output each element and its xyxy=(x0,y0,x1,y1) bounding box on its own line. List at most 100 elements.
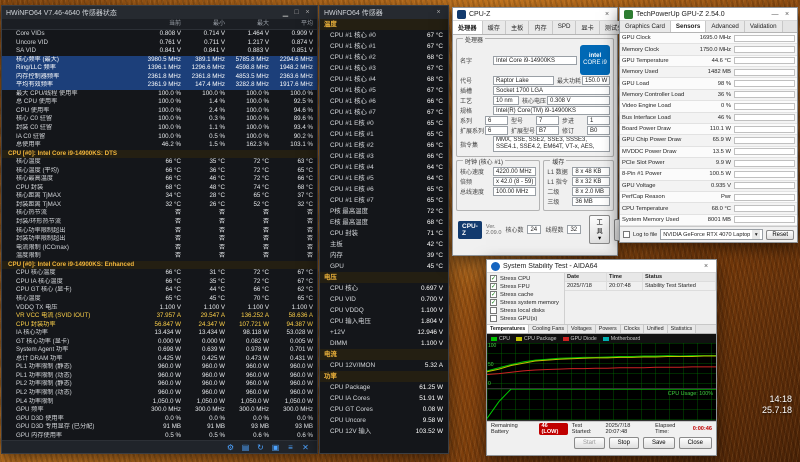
checkbox[interactable] xyxy=(490,315,497,322)
sensor-row[interactable]: 核心温度 66 °C 35 °C 72 °C 63 °C xyxy=(2,158,317,167)
gpu-sensor-row[interactable]: PCIe Slot Power 9.9 W xyxy=(620,158,797,169)
minimize-icon[interactable]: — xyxy=(769,11,781,18)
sensor-row[interactable]: CPU IA Cores 51.91 W xyxy=(320,393,448,404)
gpu-sensor-row[interactable]: MVDDC Power Draw 13.5 W xyxy=(620,147,797,158)
sensor-row[interactable]: 平均有效频率 2361.9 MHz 147.4 MHz 3282.8 MHz 1… xyxy=(2,81,317,90)
sensor-row[interactable]: 温度限制 否 否 否 否 xyxy=(2,252,317,261)
sensor-row[interactable]: CPU #1 E核 #7 65 °C xyxy=(320,195,448,206)
toolbar-icon[interactable]: ↻ xyxy=(255,442,266,453)
tab[interactable]: Unified xyxy=(644,325,668,333)
sensor-row[interactable]: 内存控制器频率 2361.8 MHz 2361.8 MHz 4853.5 MHz… xyxy=(2,73,317,82)
sensor-row[interactable]: 总计 DRAM 功率 0.425 W 0.425 W 0.473 W 0.431… xyxy=(2,355,317,364)
sensor-row[interactable]: CPU #1 核心 #3 67 °C xyxy=(320,63,448,74)
sensor-row[interactable]: 封装 C0 驻留 100.0 % 1.1 % 100.0 % 93.4 % xyxy=(2,124,317,133)
hwinfo-side-titlebar[interactable]: HWiNFO64 传感器 × xyxy=(320,6,448,19)
sensor-row[interactable]: CPU 12V/IMON 5.32 A xyxy=(320,360,448,371)
sensor-row[interactable]: GPU 频率 300.0 MHz 300.0 MHz 300.0 MHz 300… xyxy=(2,406,317,415)
sensor-row[interactable]: GPU 45 °C xyxy=(320,261,448,272)
sensor-row[interactable]: 核心最高温度 66 °C 46 °C 72 °C 66 °C xyxy=(2,175,317,184)
tab[interactable]: Powers xyxy=(596,325,621,333)
sensor-row[interactable]: CPU #1 核心 #2 68 °C xyxy=(320,52,448,63)
minimize-icon[interactable]: ▁ xyxy=(280,9,291,17)
sensor-row[interactable]: PL4 功率限制 1,050.0 W 1,050.0 W 1,050.0 W 1… xyxy=(2,398,317,407)
sensor-row[interactable]: CPU Package 61.25 W xyxy=(320,382,448,393)
legend-item[interactable]: GPU Diode xyxy=(563,336,597,342)
legend-item[interactable]: Motherboard xyxy=(603,336,640,342)
sensor-row[interactable]: CPU 使用率 100.0 % 2.4 % 100.0 % 94.6 % xyxy=(2,107,317,116)
sensor-row[interactable]: CPU #1 E核 #2 66 °C xyxy=(320,140,448,151)
sensor-row[interactable]: CPU #1 E核 #5 64 °C xyxy=(320,173,448,184)
sensor-row[interactable]: 电流限制 (ICCmax) 否 否 否 否 xyxy=(2,244,317,253)
sensor-row[interactable]: 最大 CPU/线程 使用率 100.0 % 100.0 % 100.0 % 10… xyxy=(2,90,317,99)
gpu-sensor-row[interactable]: GPU Temperature 44.6 °C xyxy=(620,56,797,67)
gpu-z-titlebar[interactable]: TechPowerUp GPU-Z 2.54.0 — × xyxy=(620,8,797,21)
gpu-sensor-row[interactable]: GPU Clock 1695.0 MHz xyxy=(620,33,797,44)
sensor-row[interactable]: CPU Uncore 9.58 W xyxy=(320,415,448,426)
tab[interactable]: Cooling Fans xyxy=(529,325,568,333)
sensor-row[interactable]: CPU #1 核心 #0 67 °C xyxy=(320,30,448,41)
gpu-sensor-row[interactable]: Video Engine Load 0 % xyxy=(620,101,797,112)
sensor-row[interactable]: IA C0 驻留 100.0 % 0.5 % 100.0 % 90.2 % xyxy=(2,133,317,142)
sensor-row[interactable]: CPU GT Cores 0.08 W xyxy=(320,404,448,415)
sensor-row[interactable]: CPU 输入电压 1.804 V xyxy=(320,316,448,327)
sensor-row[interactable]: 核心 C0 驻留 100.0 % 0.3 % 100.0 % 89.6 % xyxy=(2,115,317,124)
tab[interactable]: 显卡 xyxy=(576,21,599,34)
sensor-row[interactable]: 核心距离 TjMAX 34 °C 28 °C 65 °C 37 °C xyxy=(2,192,317,201)
stress-option[interactable]: Stress GPU(s) xyxy=(490,315,561,322)
tools-button[interactable]: 工具 ▾ xyxy=(589,215,609,244)
sensor-row[interactable]: SA VID 0.841 V 0.841 V 0.883 V 0.851 V xyxy=(2,47,317,56)
stress-option[interactable]: ✓ Stress system memory xyxy=(490,299,561,306)
toolbar-icon[interactable]: ▣ xyxy=(270,442,281,453)
sensor-row[interactable]: Uncore VID 0.761 V 0.711 V 1.217 V 0.874… xyxy=(2,39,317,48)
gpu-sensor-row[interactable]: Bus Interface Load 46 % xyxy=(620,113,797,124)
sensor-row[interactable]: 主板 42 °C xyxy=(320,239,448,250)
sensor-row[interactable]: CPU #1 E核 #1 65 °C xyxy=(320,129,448,140)
column-avg[interactable]: 平均 xyxy=(273,19,317,29)
hwinfo-titlebar[interactable]: HWiNFO64 V7.46-4640 传感器状态 ▁ □ × xyxy=(2,6,317,19)
stress-option[interactable]: ✓ Stress cache xyxy=(490,291,561,298)
checkbox[interactable]: ✓ xyxy=(490,299,497,306)
gpu-sensor-row[interactable]: PerfCap Reason Pwr xyxy=(620,192,797,203)
sensor-row[interactable]: CPU VDDQ 1.100 V xyxy=(320,305,448,316)
column-min[interactable]: 最小 xyxy=(185,19,229,29)
sensor-row[interactable]: Ring/LLC 频率 1396.1 MHz 1296.6 MHz 4598.8… xyxy=(2,64,317,73)
tab[interactable]: 内存 xyxy=(529,21,552,34)
sensor-row[interactable]: 核心热节流 否 否 否 否 xyxy=(2,209,317,218)
dialog-button[interactable]: Start xyxy=(574,437,605,449)
sensor-row[interactable]: 封装功率限制超出 否 否 否 否 xyxy=(2,235,317,244)
sensor-row[interactable]: CPU #1 E核 #4 64 °C xyxy=(320,162,448,173)
tab[interactable]: 缓存 xyxy=(483,21,506,34)
gpu-sensor-row[interactable]: GPU Voltage 0.935 V xyxy=(620,181,797,192)
sensor-row[interactable]: VDDQ TX 电压 1.100 V 1.100 V 1.100 V 1.100… xyxy=(2,304,317,313)
tab[interactable]: Clocks xyxy=(621,325,644,333)
sensor-row[interactable]: CPU [#0]: Intel Core i9-14900KS: Enhance… xyxy=(2,261,317,270)
stress-option[interactable]: ✓ Stress CPU xyxy=(490,275,561,282)
close-icon[interactable]: × xyxy=(700,263,712,270)
tab[interactable]: Temperatures xyxy=(487,325,529,333)
toolbar-icon[interactable]: ▤ xyxy=(240,442,251,453)
sensor-row[interactable]: CPU [#0]: Intel Core i9-14900KS: DTS xyxy=(2,150,317,159)
col-date[interactable]: Date xyxy=(565,273,607,281)
close-icon[interactable]: × xyxy=(601,11,613,18)
sensor-row[interactable]: CPU 封装功率 56.847 W 24.347 W 107.721 W 94.… xyxy=(2,321,317,330)
sensor-row[interactable]: 核心温度 65 °C 45 °C 70 °C 65 °C xyxy=(2,295,317,304)
sensor-row[interactable]: GPU 内存使用率 0.5 % 0.5 % 0.6 % 0.6 % xyxy=(2,432,317,440)
aida-titlebar[interactable]: System Stability Test - AIDA64 × xyxy=(487,260,716,273)
sensor-row[interactable]: CPU 核心 0.697 V xyxy=(320,283,448,294)
event-log-row[interactable]: 2025/7/18 20:07:48 Stability Test Starte… xyxy=(565,282,716,291)
sensor-row[interactable]: DIMM 1.100 V xyxy=(320,338,448,349)
sensor-row[interactable]: PL1 功率限制 (静态) 960.0 W 960.0 W 960.0 W 96… xyxy=(2,363,317,372)
stress-option[interactable]: ✓ Stress FPU xyxy=(490,283,561,290)
sensor-row[interactable]: +12V 12.946 V xyxy=(320,327,448,338)
sensor-row[interactable]: CPU #1 E核 #0 65 °C xyxy=(320,118,448,129)
tab[interactable]: SPD xyxy=(553,21,577,34)
gpu-sensor-row[interactable]: System Memory Used 8001 MB xyxy=(620,215,797,226)
gpu-sensor-row[interactable]: Board Power Draw 110.1 W xyxy=(620,124,797,135)
sensor-row[interactable]: CPU #1 核心 #5 67 °C xyxy=(320,85,448,96)
column-max[interactable]: 最大 xyxy=(229,19,273,29)
sensor-row[interactable]: CPU #1 核心 #1 67 °C xyxy=(320,41,448,52)
sensor-row[interactable]: CPU 核心温度 66 °C 31 °C 72 °C 67 °C xyxy=(2,269,317,278)
sensor-row[interactable]: 封装/环形热节流 否 否 否 否 xyxy=(2,218,317,227)
gpu-sensor-row[interactable]: CPU Temperature 68.0 °C xyxy=(620,203,797,214)
dialog-button[interactable]: Save xyxy=(643,437,675,449)
